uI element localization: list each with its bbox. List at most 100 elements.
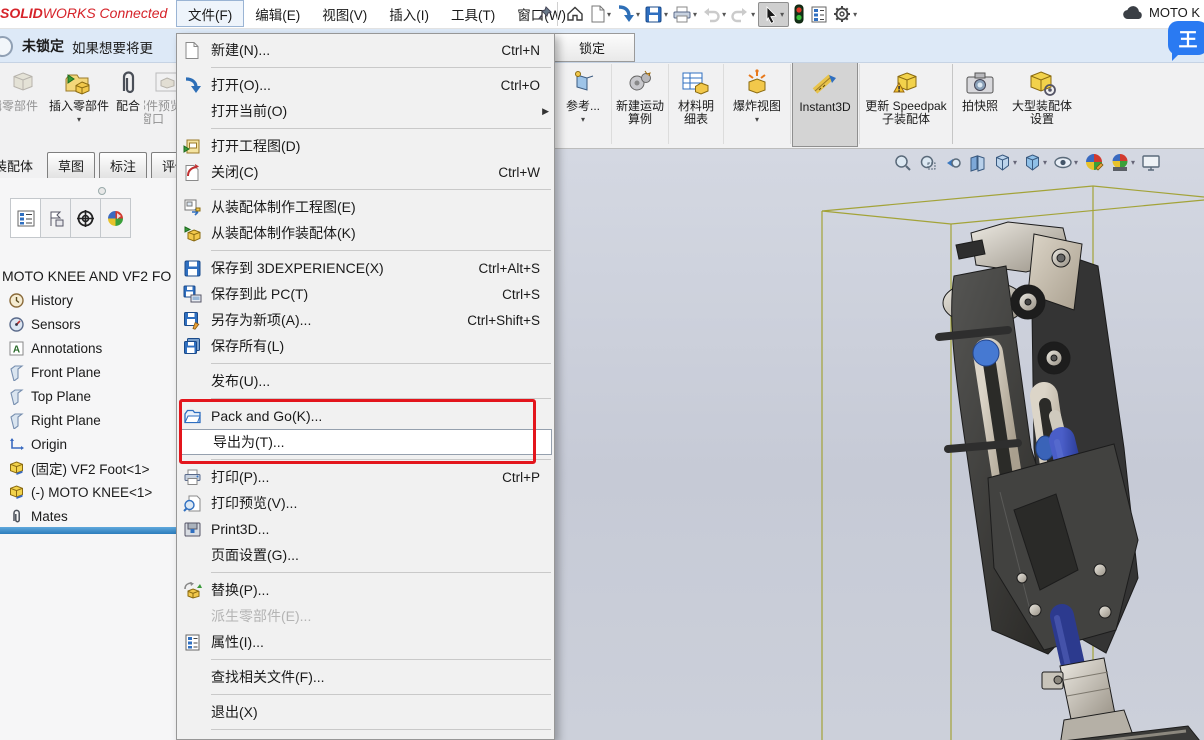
menu-item-find-references[interactable]: 查找相关文件(F)... bbox=[177, 664, 554, 690]
dropdown-caret[interactable]: ▾ bbox=[693, 10, 697, 19]
tree-root-assembly[interactable]: MOTO KNEE AND VF2 FO bbox=[0, 264, 176, 288]
featuremanager-tab[interactable] bbox=[10, 198, 41, 238]
tree-item-top-plane[interactable]: Top Plane bbox=[0, 384, 176, 408]
dropdown-caret[interactable]: ▾ bbox=[636, 10, 640, 19]
menu-item-open-recent[interactable]: 打开当前(O)▶ bbox=[177, 98, 554, 124]
update-speedpak-button[interactable]: 更新 Speedpak 子装配体 bbox=[861, 62, 951, 147]
menu-item-make-drawing[interactable]: 从装配体制作工程图(E) bbox=[177, 194, 554, 220]
tree-item-moto-knee[interactable]: (-) MOTO KNEE<1> bbox=[0, 480, 176, 504]
undo-icon[interactable]: ▾ bbox=[700, 3, 727, 26]
menu-item-print[interactable]: 打印(P)...Ctrl+P bbox=[177, 464, 554, 490]
zoom-to-area-icon[interactable] bbox=[917, 152, 938, 173]
lock-button[interactable]: 锁定 bbox=[549, 33, 635, 62]
tree-item-origin[interactable]: Origin bbox=[0, 432, 176, 456]
tab-evaluate[interactable]: 评估 bbox=[151, 152, 176, 178]
lock-status-message: 如果想要将更 bbox=[72, 37, 153, 57]
tree-item-annotations[interactable]: A Annotations bbox=[0, 336, 176, 360]
menu-item-save-to-pc[interactable]: 保存到此 PC(T)Ctrl+S bbox=[177, 281, 554, 307]
dropdown-caret[interactable]: ▾ bbox=[780, 10, 784, 19]
displaymanager-tab[interactable] bbox=[101, 198, 131, 238]
tree-item-vf2-foot[interactable]: (固定) VF2 Foot<1> bbox=[0, 456, 176, 480]
dropdown-caret[interactable]: ▾ bbox=[751, 10, 755, 19]
dropdown-caret[interactable]: ▾ bbox=[755, 115, 759, 124]
hide-show-items-icon[interactable]: ▾ bbox=[1052, 152, 1079, 173]
new-motion-study-button[interactable]: 新建运动算例 bbox=[613, 62, 667, 147]
new-document-icon[interactable]: ▾ bbox=[588, 2, 612, 26]
menu-item-open-drawing[interactable]: 打开工程图(D) bbox=[177, 133, 554, 159]
menu-item-properties[interactable]: 属性(I)... bbox=[177, 629, 554, 655]
menu-item-replace[interactable]: 替换(P)... bbox=[177, 577, 554, 603]
options-gear-icon[interactable]: ▾ bbox=[831, 2, 858, 26]
menu-item-make-assembly[interactable]: 从装配体制作装配体(K) bbox=[177, 220, 554, 246]
dropdown-caret[interactable]: ▾ bbox=[581, 115, 585, 124]
dropdown-caret[interactable]: ▾ bbox=[1074, 158, 1078, 167]
tab-sketch[interactable]: 草图 bbox=[47, 152, 95, 178]
dropdown-caret[interactable]: ▾ bbox=[607, 10, 611, 19]
large-assembly-settings-button[interactable]: 大型装配体设置 bbox=[1006, 62, 1078, 147]
home-icon[interactable] bbox=[564, 2, 586, 26]
cloud-document-name[interactable]: MOTO K bbox=[1122, 5, 1204, 20]
exploded-view-button[interactable]: 爆炸视图 ▾ bbox=[725, 62, 789, 147]
user-avatar[interactable]: 王 bbox=[1168, 21, 1204, 55]
insert-component-button[interactable]: 插入零部件 ▾ bbox=[46, 62, 112, 147]
edit-component-button[interactable]: 编辑零部件 bbox=[0, 62, 46, 147]
dropdown-caret[interactable]: ▾ bbox=[1043, 158, 1047, 167]
menu-item-print-preview[interactable]: 打印预览(V)... bbox=[177, 490, 554, 516]
dropdown-caret[interactable]: ▾ bbox=[853, 10, 857, 19]
dropdown-caret[interactable]: ▾ bbox=[722, 10, 726, 19]
tree-item-mates[interactable]: Mates bbox=[0, 504, 176, 528]
menu-item-publish[interactable]: 发布(U)... bbox=[177, 368, 554, 394]
view-settings-icon[interactable] bbox=[1140, 152, 1162, 173]
menu-item-print3d[interactable]: Print3D... bbox=[177, 516, 554, 542]
dropdown-caret[interactable]: ▾ bbox=[1013, 158, 1017, 167]
menu-item-export-as[interactable]: 导出为(T)... bbox=[179, 429, 552, 455]
menu-item-close[interactable]: 关闭(C)Ctrl+W bbox=[177, 159, 554, 185]
menu-view[interactable]: 视图(V) bbox=[311, 0, 378, 27]
dropdown-caret[interactable]: ▾ bbox=[1131, 158, 1135, 167]
menu-item-pack-and-go[interactable]: Pack and Go(K)... bbox=[177, 403, 554, 429]
pin-menu-icon[interactable] bbox=[537, 5, 553, 21]
menu-item-open[interactable]: 打开(O)...Ctrl+O bbox=[177, 72, 554, 98]
edit-appearance-icon[interactable] bbox=[1083, 151, 1105, 173]
redo-icon[interactable]: ▾ bbox=[729, 3, 756, 26]
performance-traffic-light-icon[interactable] bbox=[791, 2, 807, 26]
zoom-to-fit-icon[interactable] bbox=[892, 152, 913, 173]
menu-item-save-3dexperience[interactable]: 保存到 3DEXPERIENCE(X)Ctrl+Alt+S bbox=[177, 255, 554, 281]
menu-tools[interactable]: 工具(T) bbox=[440, 0, 506, 27]
select-cursor-icon[interactable]: ▾ bbox=[758, 2, 789, 27]
menu-item-new[interactable]: 新建(N)...Ctrl+N bbox=[177, 37, 554, 63]
view-orientation-icon[interactable]: ▾ bbox=[992, 152, 1018, 173]
panel-resize-handle[interactable] bbox=[98, 187, 106, 195]
print-icon[interactable]: ▾ bbox=[671, 3, 698, 26]
menu-item-save-as-new[interactable]: 另存为新项(A)...Ctrl+Shift+S bbox=[177, 307, 554, 333]
previous-view-icon[interactable] bbox=[942, 152, 963, 173]
instant3d-button[interactable]: Instant3D bbox=[792, 62, 858, 147]
rollback-bar[interactable] bbox=[0, 527, 176, 534]
section-view-icon[interactable] bbox=[967, 152, 988, 173]
tree-item-right-plane[interactable]: Right Plane bbox=[0, 408, 176, 432]
tree-item-history[interactable]: History bbox=[0, 288, 176, 312]
menu-edit[interactable]: 编辑(E) bbox=[244, 0, 311, 27]
dropdown-caret[interactable]: ▾ bbox=[664, 10, 668, 19]
display-style-icon[interactable]: ▾ bbox=[1022, 152, 1048, 173]
bill-of-materials-button[interactable]: 材料明细表 bbox=[670, 62, 722, 147]
menu-file[interactable]: 文件(F) bbox=[176, 0, 244, 27]
tab-assembly[interactable]: 装配体 bbox=[0, 153, 43, 178]
tree-item-sensors[interactable]: Sensors bbox=[0, 312, 176, 336]
save-icon[interactable]: ▾ bbox=[643, 3, 669, 26]
apply-scene-icon[interactable]: ▾ bbox=[1109, 151, 1136, 173]
document-properties-icon[interactable] bbox=[809, 3, 829, 26]
dropdown-caret[interactable]: ▾ bbox=[77, 115, 81, 124]
tab-markup[interactable]: 标注 bbox=[99, 152, 147, 178]
tree-item-front-plane[interactable]: Front Plane bbox=[0, 360, 176, 384]
menu-insert[interactable]: 插入(I) bbox=[378, 0, 440, 27]
mate-button[interactable]: 配合 bbox=[112, 62, 144, 147]
menu-item-save-all[interactable]: 保存所有(L) bbox=[177, 333, 554, 359]
reference-geometry-button[interactable]: 参考... ▾ bbox=[556, 62, 610, 147]
take-snapshot-button[interactable]: 拍快照 bbox=[954, 62, 1006, 147]
menu-item-page-setup[interactable]: 页面设置(G)... bbox=[177, 542, 554, 568]
propertymanager-tab[interactable] bbox=[41, 198, 71, 238]
configurationmanager-tab[interactable] bbox=[71, 198, 101, 238]
menu-item-exit[interactable]: 退出(X) bbox=[177, 699, 554, 725]
open-icon[interactable]: ▾ bbox=[614, 2, 641, 26]
